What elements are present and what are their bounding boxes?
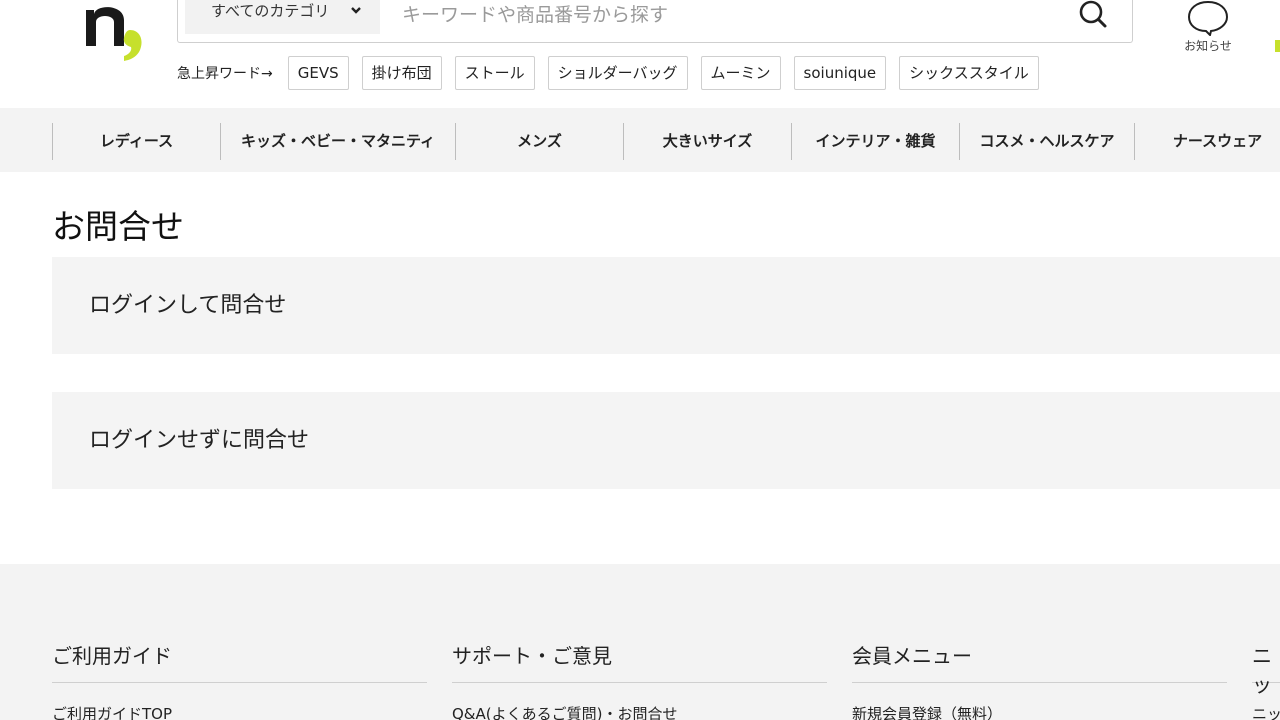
nav-item-cosme-health[interactable]: コスメ・ヘルスケア [959, 123, 1134, 160]
trending-label: 急上昇ワード→ [177, 66, 273, 82]
footer-column-member: 会員メニュー 新規会員登録（無料） [852, 640, 1227, 720]
trend-tag[interactable]: ムーミン [700, 56, 781, 90]
trend-tag[interactable]: 掛け布団 [361, 56, 442, 90]
brand-accent [1275, 40, 1280, 52]
trend-tag[interactable]: ストール [454, 56, 535, 90]
login-inquiry-label: ログインして問合せ [89, 293, 287, 318]
nissen-logo[interactable] [82, 0, 148, 64]
trend-tag[interactable]: ショルダーバッグ [547, 56, 688, 90]
footer: ご利用ガイド ご利用ガイドTOP サポート・ご意見 Q&A(よくあるご質問)・お… [0, 564, 1280, 720]
notice-button[interactable]: お知らせ [1176, 0, 1240, 60]
search-input[interactable] [402, 0, 1042, 32]
trend-tag[interactable]: soiunique [793, 56, 887, 90]
chevron-down-icon [351, 7, 361, 14]
footer-heading: ニッ [1252, 640, 1280, 697]
footer-column-nissen: ニッ ニッ [1252, 640, 1280, 720]
nav-item-large-sizes[interactable]: 大きいサイズ [623, 123, 791, 160]
guest-inquiry-button[interactable]: ログインせずに問合せ [52, 392, 1280, 489]
trend-tag[interactable]: GEVS [287, 56, 349, 90]
speech-bubble-icon [1187, 0, 1229, 37]
category-select-label: すべてのカテゴリ [211, 2, 330, 20]
footer-link[interactable]: 新規会員登録（無料） [852, 703, 1227, 720]
page-title: お問合せ [52, 207, 184, 246]
notice-label: お知らせ [1184, 39, 1232, 53]
footer-heading: ご利用ガイド [52, 640, 427, 683]
category-select[interactable]: すべてのカテゴリ [185, 0, 380, 34]
footer-link[interactable]: ニッ [1252, 703, 1280, 720]
nav-item-kids-baby-maternity[interactable]: キッズ・ベビー・マタニティ [220, 123, 455, 160]
footer-link[interactable]: Q&A(よくあるご質問)・お問合せ [452, 703, 827, 720]
nav-item-mens[interactable]: メンズ [455, 123, 623, 160]
search-icon[interactable] [1073, 0, 1113, 32]
nav-item-ladies[interactable]: レディース [52, 123, 220, 160]
footer-column-support: サポート・ご意見 Q&A(よくあるご質問)・お問合せ [452, 640, 827, 720]
guest-inquiry-label: ログインせずに問合せ [89, 428, 310, 453]
footer-heading: サポート・ご意見 [452, 640, 827, 683]
category-nav: レディース キッズ・ベビー・マタニティ メンズ 大きいサイズ インテリア・雑貨 … [0, 108, 1280, 172]
search-bar: すべてのカテゴリ [177, 0, 1133, 43]
footer-column-guide: ご利用ガイド ご利用ガイドTOP [52, 640, 427, 720]
footer-link[interactable]: ご利用ガイドTOP [52, 703, 427, 720]
nav-item-interior-goods[interactable]: インテリア・雑貨 [791, 123, 959, 160]
nav-item-nurse-wear[interactable]: ナースウェア [1134, 123, 1280, 160]
trending-words: 急上昇ワード→ GEVS 掛け布団 ストール ショルダーバッグ ムーミン soi… [177, 56, 1052, 90]
login-inquiry-button[interactable]: ログインして問合せ [52, 257, 1280, 354]
footer-heading: 会員メニュー [852, 640, 1227, 683]
trend-tag[interactable]: シックススタイル [899, 56, 1039, 90]
